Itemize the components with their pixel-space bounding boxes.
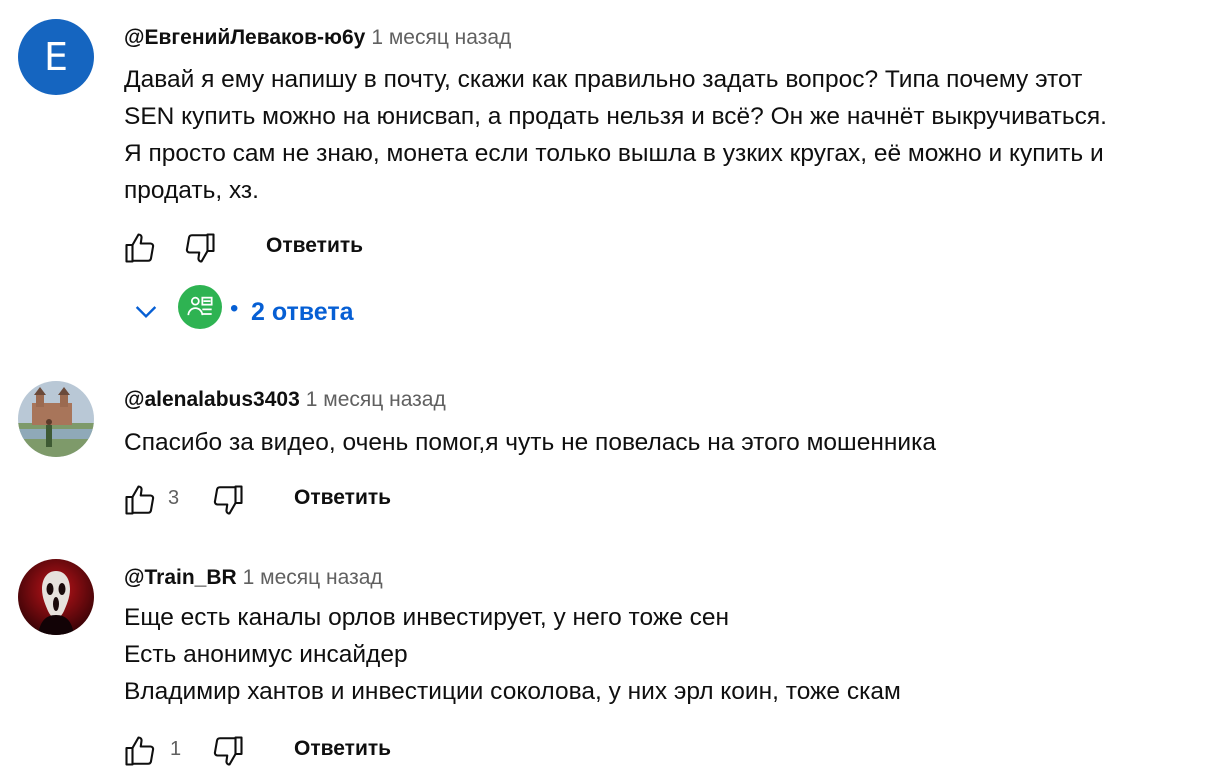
comment-author[interactable]: @ЕвгенийЛеваков-ю6у bbox=[124, 26, 365, 49]
comment-thread: @Train_BR 1 месяц назад Еще есть каналы о… bbox=[0, 540, 1219, 776]
thumbs-down-icon bbox=[185, 233, 215, 263]
castle-photo-avatar bbox=[18, 381, 94, 457]
thumbs-up-icon bbox=[125, 736, 155, 766]
thumbs-up-icon bbox=[125, 485, 155, 515]
replies-separator: • bbox=[230, 295, 239, 322]
avatar-letter: E bbox=[43, 35, 68, 79]
avatar[interactable] bbox=[18, 381, 94, 457]
comment-time[interactable]: 1 месяц назад bbox=[243, 566, 383, 589]
like-count: 3 bbox=[168, 487, 180, 509]
replies-count-label[interactable]: 2 ответа bbox=[251, 298, 354, 327]
dislike-button[interactable] bbox=[208, 731, 248, 771]
comment-text-line: Давай я ему напишу в почту, скажи как пр… bbox=[124, 66, 1083, 93]
comment-text-line: Есть анонимус инсайдер bbox=[124, 641, 408, 668]
reply-button[interactable]: Ответить bbox=[266, 234, 363, 258]
reply-button[interactable]: Ответить bbox=[294, 737, 391, 761]
comment-actions: Ответить bbox=[120, 228, 420, 268]
comment-actions: 3 Ответить bbox=[120, 480, 440, 520]
comment-header: @Train_BR 1 месяц назад bbox=[124, 566, 383, 590]
comment-actions: 1 Ответить bbox=[120, 731, 440, 771]
comment-time[interactable]: 1 месяц назад bbox=[371, 26, 511, 49]
like-button[interactable] bbox=[120, 480, 160, 520]
comment-text-line: SEN купить можно на юнисвап, а продать н… bbox=[124, 103, 1107, 130]
dislike-button[interactable] bbox=[208, 480, 248, 520]
comment-time[interactable]: 1 месяц назад bbox=[306, 388, 446, 411]
chevron-down-icon bbox=[135, 306, 157, 319]
comment-thread: @alenalabus3403 1 месяц назад Спасибо за … bbox=[0, 360, 1219, 540]
like-button[interactable] bbox=[120, 228, 160, 268]
reply-author-avatar bbox=[178, 285, 222, 329]
avatar[interactable] bbox=[18, 559, 94, 635]
thumbs-up-icon bbox=[125, 233, 155, 263]
like-count: 1 bbox=[170, 738, 182, 760]
comment-header: @ЕвгенийЛеваков-ю6у 1 месяц назад bbox=[124, 26, 511, 50]
comment-text-line: продать, хз. bbox=[124, 177, 259, 204]
dislike-button[interactable] bbox=[180, 228, 220, 268]
ghostface-avatar bbox=[18, 559, 94, 635]
comment-thread: E @ЕвгенийЛеваков-ю6у 1 месяц назад Давай… bbox=[0, 0, 1219, 360]
comment-author[interactable]: @Train_BR bbox=[124, 566, 237, 589]
comment-text-line: Еще есть каналы орлов инвестирует, у нег… bbox=[124, 604, 730, 631]
thumbs-down-icon bbox=[213, 736, 243, 766]
like-button[interactable] bbox=[120, 731, 160, 771]
comment-text-line: Я просто сам не знаю, монета если только… bbox=[124, 140, 1104, 167]
comment-header: @alenalabus3403 1 месяц назад bbox=[124, 388, 446, 412]
comment-text-line: Спасибо за видео, очень помог,я чуть не … bbox=[124, 429, 936, 456]
comment-author[interactable]: @alenalabus3403 bbox=[124, 388, 300, 411]
comment-text-line: Владимир хантов и инвестиции соколова, у… bbox=[124, 678, 901, 705]
thumbs-down-icon bbox=[213, 485, 243, 515]
people-icon bbox=[187, 296, 213, 316]
reply-button[interactable]: Ответить bbox=[294, 486, 391, 510]
avatar[interactable]: E bbox=[18, 19, 94, 95]
replies-toggle[interactable]: • 2 ответа bbox=[130, 285, 370, 335]
